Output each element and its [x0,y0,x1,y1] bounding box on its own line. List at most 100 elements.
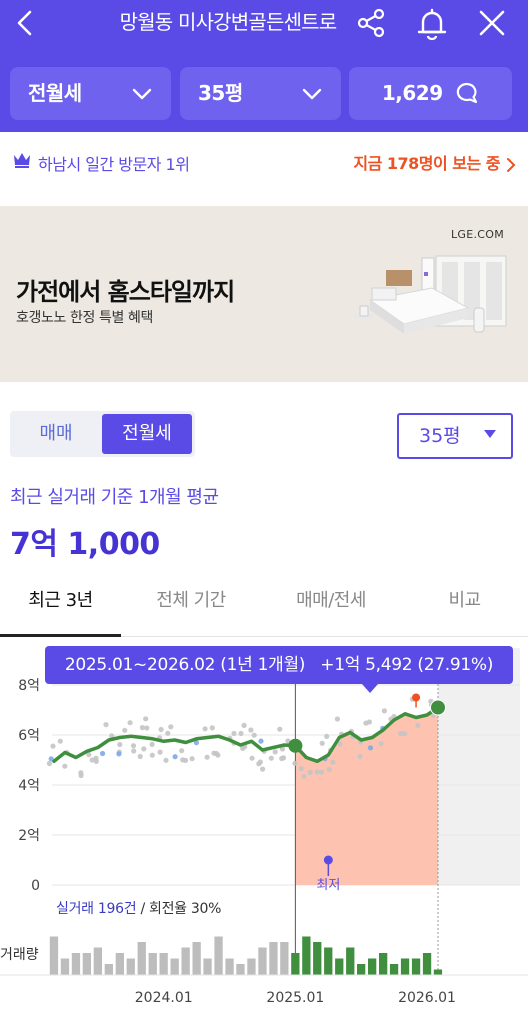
caret-down-icon [484,430,496,438]
comment-count: 1,629 [381,81,443,105]
trade-point [238,730,244,737]
live-viewers-link[interactable]: 지금 178명이 보는 중 [353,150,516,174]
volume-label: 거래량 [0,947,39,963]
tab-compare[interactable]: 비교 [401,575,528,637]
trade-point [189,756,195,762]
trade-point [258,738,264,744]
min-marker-label: 최저 [316,878,340,893]
back-arrow-icon[interactable] [10,8,40,38]
size-select[interactable]: 35평 [180,67,341,120]
trade-point [158,726,164,733]
tooltip-range: 2025.01~2026.02 (1년 1개월) [64,655,306,675]
trade-point [127,720,133,726]
trade-point [298,766,304,772]
volume-bar [357,964,366,975]
volume-bar [346,947,355,975]
trade-point [366,719,372,725]
chart-stats: 실거래 196건 / 회전율 30% [56,898,221,918]
volume-bar [433,969,443,975]
volume-bar [422,953,432,975]
trade-point [251,732,257,738]
trade-point [137,753,143,760]
volume-bar [411,958,421,975]
ad-banner[interactable]: LGE.COM 가전에서 홈스타일까지 호갱노노 한정 특별 혜택 [0,206,528,382]
ad-subtext: 호갱노노 한정 특별 혜택 [16,310,153,326]
tab-trade-vs-jeonse[interactable]: 매매/전세 [261,575,401,637]
volume-bar [280,942,289,975]
x-tick-label: 2026.01 [398,990,456,1006]
trade-point [180,757,186,763]
volume-bar [368,958,377,975]
volume-bar [335,958,344,975]
trade-point [415,722,421,728]
volume-bar [49,936,59,975]
trade-point [398,731,404,737]
volume-bar [214,936,223,975]
trade-point [307,769,313,775]
chevron-right-icon [507,157,516,172]
volume-bar [324,947,333,975]
trade-point [141,746,147,752]
trade-point [130,743,137,749]
trade-point [381,708,387,714]
bell-icon[interactable] [414,6,450,42]
volume-bar [247,958,256,975]
volume-bar [181,947,190,975]
ad-headline: 가전에서 홈스타일까지 [16,278,235,306]
y-tick-label: 6억 [18,728,40,744]
volume-bar [93,947,102,975]
trade-point [357,753,363,760]
trade-point [172,754,178,760]
trade-point [324,733,330,739]
trade-point [46,760,53,767]
volume-bar [104,964,113,975]
volume-bar [291,953,300,975]
turnover-rate: / 회전율 30% [140,901,222,917]
chart-tooltip: 2025.01~2026.02 (1년 1개월) +1억 5,492 (27.9… [45,646,513,684]
volume-bar [379,953,388,975]
trade-point [319,740,325,746]
average-label: 최근 실거래 기준 1개월 평균 [10,487,219,508]
x-tick-label: 2024.01 [135,990,193,1006]
range-end-point [430,699,446,716]
trade-point [117,741,123,748]
price-chart[interactable]: 0 2억 4억 6억 8억 최저 거래량 2024.01 2025.01 2026.01 2025… [0,638,528,1019]
trade-point [93,758,99,764]
comments-button[interactable]: 1,629 [349,67,512,120]
ad-bedroom-image [354,255,507,334]
trade-point [326,767,332,773]
volume-bar [192,942,201,975]
volume-bar [400,958,410,975]
comment-icon [456,82,478,104]
tab-recent-3y[interactable]: 최근 3년 [0,575,121,637]
volume-bar [159,953,168,975]
x-tick-label: 2025.01 [266,990,324,1006]
tab-trade[interactable]: 매매 [10,411,102,457]
chart-size-select[interactable]: 35평 [397,413,513,459]
trade-point [139,725,145,731]
trade-point [249,755,255,761]
trade-point [143,716,149,722]
close-icon[interactable] [477,8,507,38]
volume-bar [302,936,311,975]
trade-point [319,769,325,775]
volume-bar [225,958,234,975]
app-header: 망월동 미사강변골든센트로 전월세 35평 1,629 [0,0,528,132]
deal-tabs: 매매 전월세 [10,411,195,457]
volume-bar [60,958,70,975]
deal-type-select[interactable]: 전월세 [10,67,171,120]
y-tick-label: 2억 [18,828,40,844]
trade-point [277,726,283,732]
tab-rent[interactable]: 전월세 [102,414,192,454]
share-icon[interactable] [354,6,388,40]
max-marker [412,693,421,702]
tab-all-period[interactable]: 전체 기간 [121,575,261,637]
trade-point [149,752,155,758]
volume-bar [313,942,322,975]
trade-point [165,730,171,736]
volume-bar [269,942,278,975]
trade-point [57,738,63,744]
trade-point [78,770,84,776]
chart-size-label: 35평 [419,425,461,447]
trade-point [257,759,263,765]
